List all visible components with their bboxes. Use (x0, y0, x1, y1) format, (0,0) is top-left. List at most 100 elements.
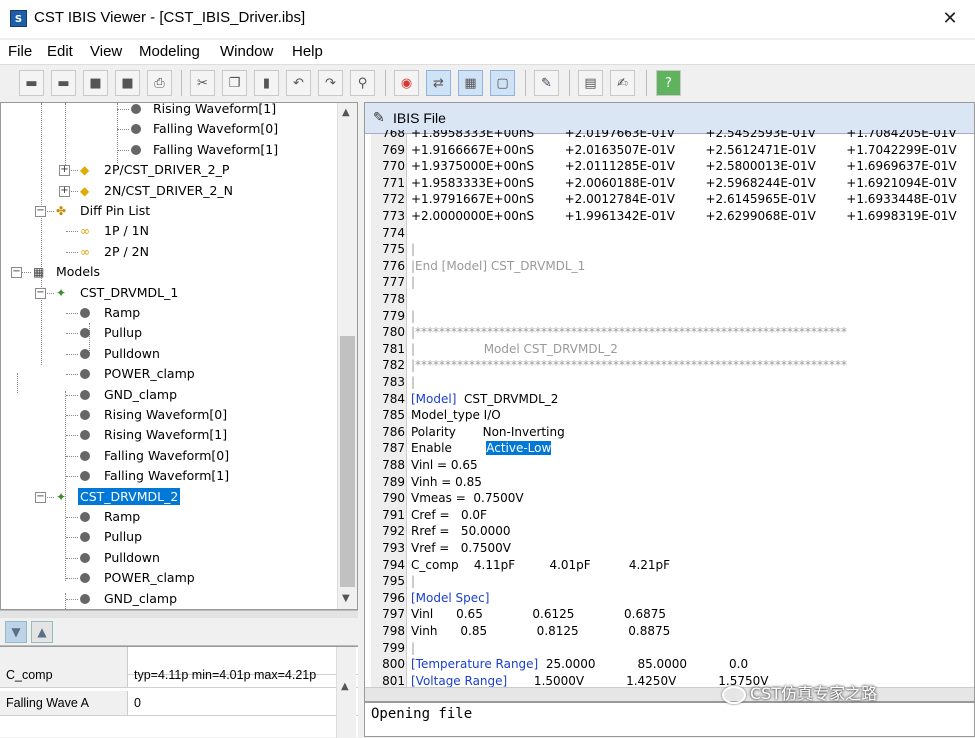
sync-button[interactable]: ⇄ (426, 70, 451, 96)
save-all-button[interactable]: ■ (115, 70, 140, 96)
collapse-icon[interactable]: − (11, 267, 22, 279)
tree-item[interactable]: Rising Waveform[0] (102, 405, 229, 425)
sort-ascending-button[interactable]: ▲ (31, 621, 53, 643)
table-button[interactable]: ▤ (578, 70, 603, 96)
color-wheel-button[interactable]: ◉ (394, 70, 419, 96)
tree-item-label: Falling Waveform[0] (104, 447, 230, 463)
line-text: Polarity Non-Inverting (411, 424, 565, 441)
line-text: |***************************************… (411, 324, 847, 341)
tree-vertical-scrollbar[interactable]: ▲ ▼ (337, 103, 357, 609)
tree-item[interactable]: 2N/CST_DRIVER_2_N (102, 181, 235, 201)
document-edit-icon: ✎ (373, 110, 385, 126)
scroll-down-icon[interactable]: ▼ (342, 593, 350, 604)
grid-button[interactable]: ▦ (458, 70, 483, 96)
redo-button[interactable]: ↷ (318, 70, 343, 96)
menu-modeling[interactable]: Modeling (139, 43, 200, 60)
help-button[interactable]: ? (656, 70, 681, 96)
tree-item[interactable]: Diff Pin List (78, 201, 152, 221)
scroll-up-icon[interactable]: ▲ (341, 681, 349, 692)
tree-item[interactable]: Falling Waveform[0] (151, 119, 280, 139)
tree-item[interactable]: 2P/CST_DRIVER_2_P (102, 160, 231, 180)
line-text: |End [Model] CST_DRVMDL_1 (411, 258, 585, 275)
tree-item-label: Pulldown (104, 549, 160, 565)
line-number: 796 (382, 590, 405, 605)
line-content: C_comp 4.11pF 4.01pF 4.21pF (411, 557, 671, 572)
sort-descending-button[interactable]: ▼ (5, 621, 27, 643)
tree-item[interactable]: 1P / 1N (102, 221, 151, 241)
tree-item-label: Pullup (104, 529, 143, 545)
undo-button[interactable]: ↶ (286, 70, 311, 96)
tree-item[interactable]: Ramp (102, 507, 142, 527)
signal-dot-icon (131, 124, 141, 135)
line-text: +1.9375000E+00nS +2.0111285E-01V +2.5800… (411, 158, 957, 175)
tree-item[interactable]: Falling Waveform[1] (151, 140, 280, 160)
menu-window[interactable]: Window (220, 43, 273, 60)
code-line: 771 +1.9583333E+00nS +2.0060188E-01V +2.5… (365, 175, 974, 192)
ibis-text-editor[interactable]: 768 +1.8958333E+00nS +2.0197663E-01V +2.5… (365, 130, 974, 687)
sync-icon: ⇄ (433, 75, 444, 91)
line-number: 797 (382, 607, 405, 622)
cut-button[interactable]: ✂ (190, 70, 215, 96)
tree-item[interactable]: GND_clamp (102, 385, 179, 405)
expand-icon[interactable]: + (59, 185, 70, 197)
close-button[interactable]: ✕ (930, 5, 970, 33)
collapse-icon[interactable]: − (35, 206, 46, 217)
property-row[interactable]: Falling Wave A 0 (0, 691, 358, 716)
tree-item[interactable]: Rising Waveform[1] (102, 425, 229, 445)
color-wheel-icon: ◉ (400, 75, 413, 91)
menu-help[interactable]: Help (292, 43, 323, 60)
editor-horizontal-scrollbar[interactable] (365, 687, 974, 701)
code-line: 785 Model_type I/O (365, 407, 974, 424)
tree-item[interactable]: Pullup (102, 323, 144, 343)
tree-item[interactable]: Rising Waveform[1] (151, 103, 278, 119)
tree-item[interactable]: CST_DRVMDL_1 (78, 283, 180, 303)
save-button[interactable]: ■ (83, 70, 108, 96)
line-content: +1.9791667E+00nS +2.0012784E-01V +2.6145… (411, 192, 957, 207)
copy-button[interactable]: ❐ (222, 70, 247, 96)
copy-icon: ❐ (228, 75, 241, 91)
paste-button[interactable]: ▮ (254, 70, 279, 96)
toolbar-separator (385, 70, 386, 96)
tree-item[interactable]: Ramp (102, 303, 142, 323)
folder-button[interactable]: ▬ (51, 70, 76, 96)
tree-item[interactable]: 2P / 2N (102, 242, 151, 262)
tree-item[interactable]: Pullup (102, 527, 144, 547)
expand-icon[interactable]: + (59, 165, 70, 177)
tree-item[interactable]: Falling Waveform[0] (102, 446, 231, 466)
tree-guide-line (66, 517, 78, 518)
tool-button[interactable]: ✎ (534, 70, 559, 96)
print-button[interactable]: ⎙ (147, 70, 172, 96)
line-number: 790 (382, 491, 405, 506)
frame-button[interactable]: ▢ (490, 70, 515, 96)
window-title: CST IBIS Viewer - [CST_IBIS_Driver.ibs] (34, 9, 306, 26)
collapse-icon[interactable]: − (35, 491, 46, 503)
line-text: Vmeas = 0.7500V (411, 490, 524, 507)
open-folder-button[interactable]: ▬ (19, 70, 44, 96)
tree-item[interactable]: POWER_clamp (102, 568, 197, 588)
tree-item[interactable]: POWER_clamp (102, 364, 197, 384)
panel-splitter[interactable] (0, 610, 358, 618)
tree-item[interactable]: Models (54, 262, 102, 282)
edit-button[interactable]: ✍ (610, 70, 635, 96)
scroll-up-icon[interactable]: ▲ (342, 107, 350, 118)
collapse-icon[interactable]: − (35, 287, 46, 299)
property-row[interactable]: C_comp typ=4.11p min=4.01p max=4.21p (0, 663, 358, 688)
tree-item[interactable]: GND_clamp (102, 589, 179, 609)
menu-edit[interactable]: Edit (47, 43, 73, 60)
menu-view[interactable]: View (90, 43, 122, 60)
line-number: 795 (382, 574, 405, 589)
property-vertical-scrollbar[interactable]: ▲ (336, 647, 356, 738)
tree-scroll-thumb[interactable] (340, 336, 355, 587)
tree-item-label: CST_DRVMDL_2 (78, 487, 181, 505)
find-button[interactable]: ⚲ (350, 70, 375, 96)
property-value: typ=4.11p min=4.01p max=4.21p (134, 668, 317, 682)
line-content: | (411, 308, 416, 323)
line-text: | (411, 274, 415, 291)
menu-file[interactable]: File (8, 43, 32, 60)
tree-item[interactable]: Pulldown (102, 344, 162, 364)
code-line: 801 [Voltage Range] 1.5000V 1.4250V 1.575… (365, 673, 974, 687)
tree-item[interactable]: CST_DRVMDL_2 (78, 487, 181, 507)
tree-item[interactable]: Pulldown (102, 548, 162, 568)
code-line: 782 |************************************… (365, 357, 974, 374)
tree-item[interactable]: Falling Waveform[1] (102, 466, 231, 486)
